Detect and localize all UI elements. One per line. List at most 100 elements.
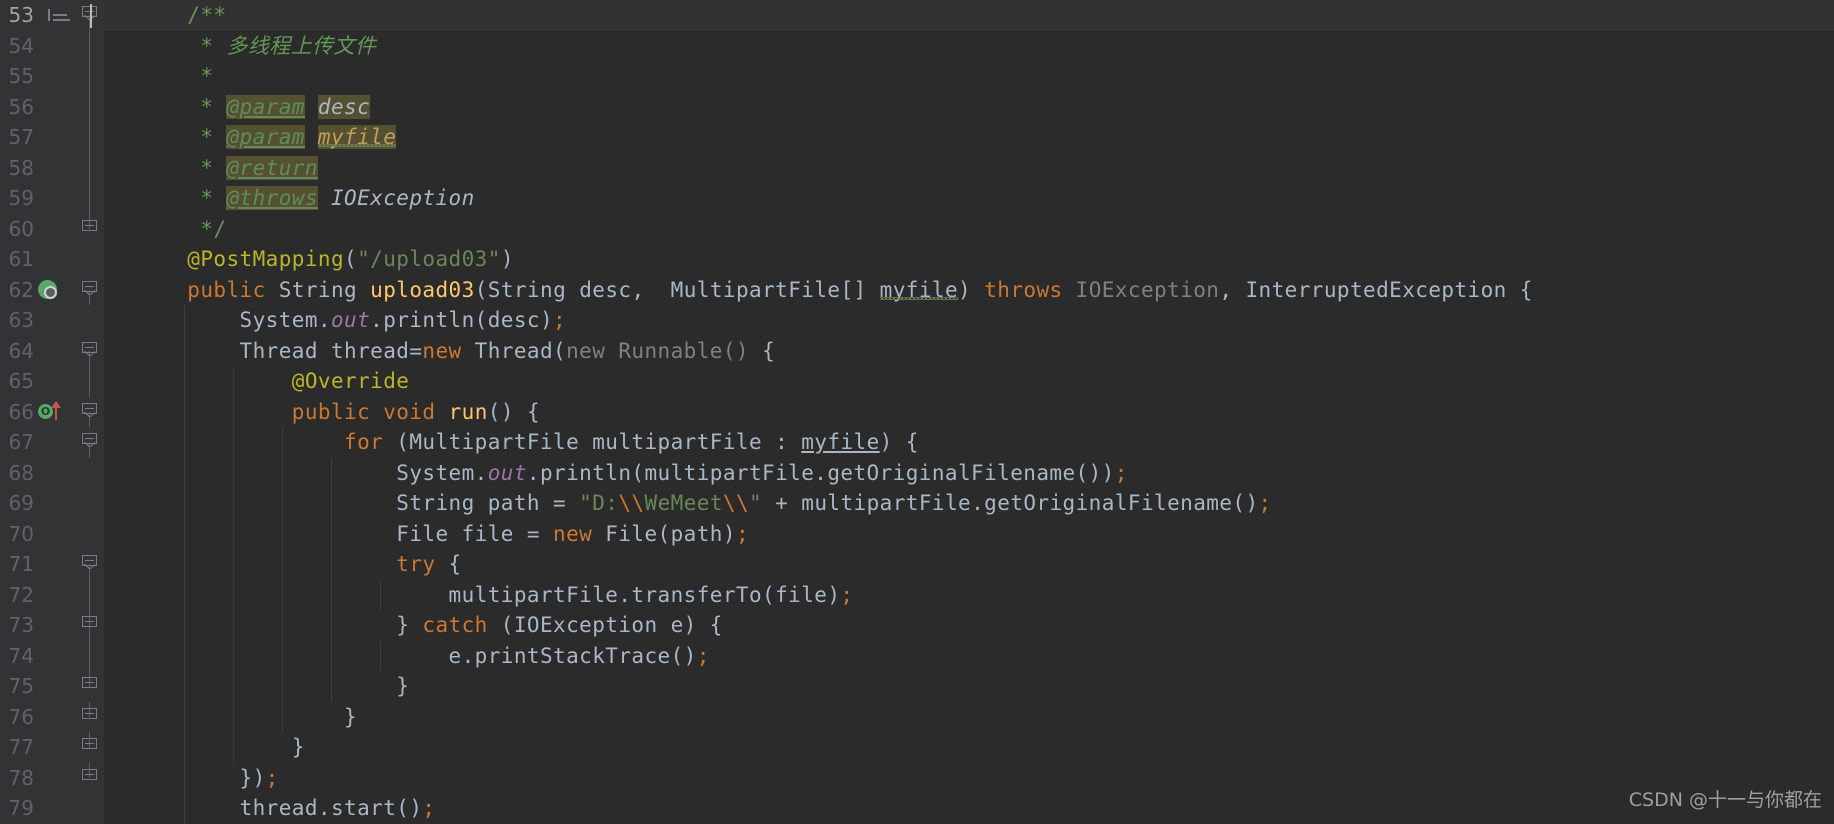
fold-column[interactable] [78,122,102,153]
code-text[interactable]: * 多线程上传文件 [104,31,376,62]
code-text[interactable]: e.printStackTrace(); [104,641,710,672]
editor-gutter[interactable]: 57 [0,122,104,153]
code-line[interactable]: 57 * @param myfile [0,122,1834,153]
editor-gutter[interactable]: 54 [0,30,104,61]
code-line[interactable]: 62 public String upload03(String desc, M… [0,274,1834,306]
fold-column[interactable] [78,336,102,366]
fold-column[interactable] [78,244,102,275]
code-line[interactable]: 70 File file = new File(path); [0,518,1834,550]
fold-marker-icon[interactable] [82,768,97,783]
editor-gutter[interactable]: 68 [0,457,104,489]
fold-marker-icon[interactable] [82,555,97,569]
override-method-icon[interactable]: O [38,400,62,425]
code-text[interactable]: /** [104,0,226,31]
fold-column[interactable] [78,762,102,794]
fold-marker-icon[interactable] [82,707,97,722]
editor-gutter[interactable]: 76 [0,701,104,733]
fold-marker-icon[interactable] [82,219,97,234]
fold-column[interactable] [78,671,102,702]
editor-gutter[interactable]: 63 [0,305,104,336]
code-line[interactable]: 61 @PostMapping("/upload03") [0,244,1834,275]
code-text[interactable]: } [104,732,305,763]
code-text[interactable]: * @param desc [104,92,371,123]
code-text[interactable]: Thread thread=new Thread(new Runnable() … [104,336,775,367]
code-line[interactable]: 75 } [0,671,1834,702]
spring-bean-icon[interactable] [38,279,62,303]
code-line[interactable]: 58 * @return [0,152,1834,184]
fold-column[interactable] [78,152,102,183]
fold-marker-icon[interactable] [82,738,97,752]
code-text[interactable]: * @throws IOException [104,183,475,214]
code-text[interactable]: System.out.println(desc); [104,305,566,336]
fold-column[interactable] [78,275,102,305]
editor-gutter[interactable]: 75 [0,671,104,702]
code-text[interactable]: * [104,61,213,92]
code-line[interactable]: 55 * [0,61,1834,92]
code-line[interactable]: 69 String path = "D:\\WeMeet\\" + multip… [0,488,1834,519]
fold-column[interactable] [78,91,102,122]
code-line[interactable]: 54 * 多线程上传文件 [0,30,1834,62]
fold-marker-icon[interactable] [82,280,97,295]
fold-column[interactable] [78,305,102,336]
code-text[interactable]: @Override [104,366,409,397]
code-text[interactable]: public void run() { [104,397,540,428]
code-line[interactable]: 78 }); [0,762,1834,794]
code-text[interactable]: } catch (IOException e) { [104,610,723,641]
code-line[interactable]: 74 e.printStackTrace(); [0,640,1834,672]
fold-column[interactable] [78,579,102,610]
fold-column[interactable] [78,793,102,824]
fold-column[interactable] [78,427,102,458]
code-line[interactable]: 63 System.out.println(desc); [0,305,1834,336]
code-text[interactable]: @PostMapping("/upload03") [104,244,514,275]
code-line[interactable]: 68 System.out.println(multipartFile.getO… [0,457,1834,489]
editor-gutter[interactable]: 69 [0,488,104,519]
editor-gutter[interactable]: 56 [0,91,104,122]
code-text[interactable]: * @param myfile [104,122,397,153]
fold-column[interactable] [78,61,102,92]
editor-gutter[interactable]: 70 [0,518,104,549]
editor-gutter[interactable]: 65 [0,366,104,397]
fold-column[interactable] [78,701,102,733]
fold-marker-icon[interactable] [82,433,97,447]
editor-gutter[interactable]: 59 [0,183,104,214]
format-lines-icon[interactable] [48,9,74,23]
code-line[interactable]: 56 * @param desc [0,91,1834,123]
code-line[interactable]: 65 @Override [0,366,1834,397]
fold-marker-icon[interactable] [82,677,97,691]
code-text[interactable]: * @return [104,153,318,184]
fold-column[interactable] [78,183,102,214]
code-text[interactable]: } [104,671,409,702]
code-line[interactable]: 60 */ [0,213,1834,244]
code-line[interactable]: 59 * @throws IOException [0,183,1834,214]
code-line[interactable]: 64 Thread thread=new Thread(new Runnable… [0,335,1834,367]
code-line[interactable]: 67 for (MultipartFile multipartFile : my… [0,427,1834,458]
editor-gutter[interactable]: 64 [0,335,104,366]
code-line[interactable]: 76 } [0,701,1834,733]
editor-gutter[interactable]: 79 [0,793,104,824]
code-line[interactable]: 71 try { [0,549,1834,580]
fold-column[interactable] [78,488,102,519]
code-line[interactable]: 77 } [0,732,1834,763]
editor-gutter[interactable]: 62 [0,274,104,305]
editor-gutter[interactable]: 53 [0,0,104,31]
editor-gutter[interactable]: 71 [0,549,104,580]
editor-gutter[interactable]: 72 [0,579,104,610]
code-text[interactable]: } [104,702,357,733]
fold-column[interactable] [78,610,102,641]
fold-column[interactable] [78,732,102,763]
editor-gutter[interactable]: 66 O [0,396,104,427]
editor-gutter[interactable]: 78 [0,762,104,794]
fold-marker-icon[interactable] [82,341,97,356]
fold-column[interactable] [78,458,102,489]
code-line[interactable]: 66 O public void run() { [0,396,1834,428]
fold-column[interactable] [78,30,102,61]
editor-gutter[interactable]: 74 [0,640,104,671]
code-area[interactable]: 53 /** 54 * 多线程上传文件 55 * 56 * @param desc 57… [0,0,1834,824]
fold-column[interactable] [78,549,102,580]
fold-column[interactable] [78,397,102,427]
code-text[interactable]: File file = new File(path); [104,519,749,550]
editor-gutter[interactable]: 58 [0,152,104,183]
editor-gutter[interactable]: 73 [0,610,104,641]
code-line[interactable]: 72 multipartFile.transferTo(file); [0,579,1834,610]
code-text[interactable]: public String upload03(String desc, Mult… [104,275,1533,306]
